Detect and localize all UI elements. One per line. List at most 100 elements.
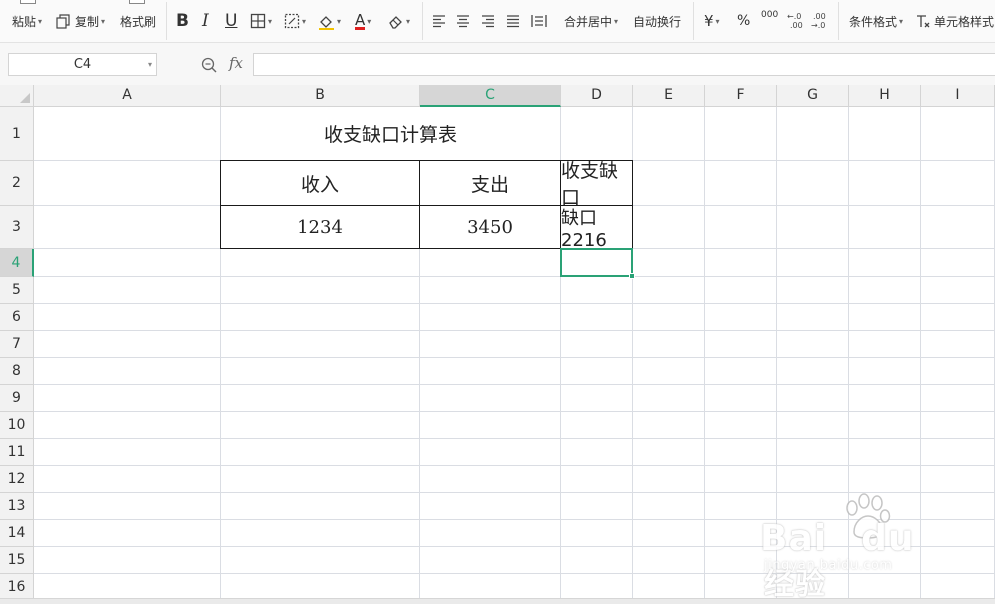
row-header-4[interactable]: 4 [0, 249, 34, 277]
paste-button[interactable]: 粘贴 ▾ [12, 0, 42, 42]
clear-format-button[interactable]: ▾ [388, 0, 410, 42]
distributed-align-button[interactable] [531, 0, 547, 42]
cell-pattern-button[interactable]: ▾ [284, 0, 306, 42]
svg-text:←.0: ←.0 [787, 12, 801, 21]
increase-decimal-icon: ←.0.00 [787, 12, 803, 30]
table-border-vertical [220, 160, 221, 249]
row-header-1[interactable]: 1 [0, 107, 34, 161]
toolbar-divider [693, 2, 694, 40]
bold-label: B [176, 11, 189, 31]
italic-label: I [202, 11, 209, 31]
copy-icon [56, 13, 70, 29]
copy-button[interactable]: 复制 ▾ [56, 0, 105, 42]
row-header-3[interactable]: 3 [0, 206, 34, 249]
align-right-button[interactable] [481, 0, 495, 42]
row-header-12[interactable]: 12 [0, 466, 34, 493]
currency-button[interactable]: ¥ ▾ [704, 0, 720, 42]
align-right-icon [482, 15, 494, 28]
wrap-text-button[interactable]: 自动换行 [633, 0, 681, 42]
percent-button[interactable]: % [737, 0, 750, 42]
toolbar-divider [422, 2, 423, 40]
column-header-e[interactable]: E [633, 85, 705, 107]
chevron-down-icon: ▾ [899, 16, 904, 26]
cell-a3[interactable]: 1234 [221, 206, 419, 248]
chevron-down-icon: ▾ [101, 16, 106, 26]
row-header-14[interactable]: 14 [0, 520, 34, 547]
row-header-13[interactable]: 13 [0, 493, 34, 520]
row-header-7[interactable]: 7 [0, 331, 34, 358]
italic-button[interactable]: I [202, 0, 209, 42]
row-header-15[interactable]: 15 [0, 547, 34, 574]
formula-input[interactable] [253, 53, 995, 76]
grid-row-line [34, 465, 995, 466]
column-header-d[interactable]: D [561, 85, 633, 107]
decrease-decimal-button[interactable]: .00 →.0 [811, 0, 829, 42]
cell-pattern-icon [284, 13, 300, 29]
cell-b2[interactable]: 支出 [420, 161, 560, 205]
column-header-b[interactable]: B [221, 85, 420, 107]
chevron-down-icon[interactable]: ▾ [148, 54, 152, 75]
name-box[interactable]: C4 ▾ [8, 53, 157, 76]
table-border-vertical [632, 160, 633, 249]
svg-text:→.0: →.0 [811, 21, 825, 30]
row-header-10[interactable]: 10 [0, 412, 34, 439]
column-header-f[interactable]: F [705, 85, 777, 107]
grid-row-line [34, 384, 995, 385]
cell-c3[interactable]: 缺口2216 [561, 206, 632, 251]
select-all-corner[interactable] [0, 85, 34, 107]
grid-row-line [34, 276, 995, 277]
zoom-icon[interactable] [201, 57, 217, 73]
merge-center-button[interactable]: 合并居中 ▾ [564, 0, 618, 42]
table-title-cell[interactable]: 收支缺口计算表 [221, 107, 560, 160]
cell-style-button[interactable]: 单元格样式 [916, 0, 994, 42]
table-border-vertical [419, 160, 420, 249]
column-header-i[interactable]: I [921, 85, 995, 107]
column-header-c[interactable]: C [420, 85, 561, 107]
format-painter-button[interactable]: 格式刷 [120, 0, 156, 42]
row-header-2[interactable]: 2 [0, 161, 34, 206]
column-header-g[interactable]: G [777, 85, 849, 107]
conditional-format-label: 条件格式 [849, 14, 898, 29]
column-header-a[interactable]: A [34, 85, 221, 107]
grid-column-line [704, 107, 705, 604]
grid-row-line [34, 438, 995, 439]
paste-label: 粘贴 [12, 14, 37, 29]
font-color-button[interactable]: A ▾ [355, 0, 371, 42]
align-left-button[interactable] [432, 0, 446, 42]
fill-handle[interactable] [629, 273, 635, 279]
cell-a2[interactable]: 收入 [221, 161, 419, 205]
underline-label: U [225, 11, 238, 31]
currency-label: ¥ [704, 12, 714, 30]
chevron-down-icon: ▾ [367, 16, 372, 26]
underline-button[interactable]: U [225, 0, 237, 42]
grid-row-line [34, 546, 995, 547]
row-header-11[interactable]: 11 [0, 439, 34, 466]
name-box-value: C4 [73, 57, 92, 72]
wrap-text-label: 自动换行 [633, 14, 682, 29]
ribbon-toolbar: 粘贴 ▾ 复制 ▾ 格式刷 B I U ▾ ▾ ▾ A ▾ ▾ 合并居中 ▾ 自… [0, 0, 995, 43]
row-header-6[interactable]: 6 [0, 304, 34, 331]
eraser-icon [389, 16, 402, 29]
row-header-8[interactable]: 8 [0, 358, 34, 385]
grid-column-line [848, 107, 849, 604]
selected-cell-c4[interactable] [560, 248, 635, 279]
borders-button[interactable]: ▾ [250, 0, 272, 42]
select-all-triangle-icon [20, 93, 30, 103]
conditional-format-button[interactable]: 条件格式 ▾ [849, 0, 903, 42]
cell-c2[interactable]: 收支缺口 [561, 160, 632, 209]
cell-b3[interactable]: 3450 [420, 206, 560, 248]
align-center-button[interactable] [456, 0, 470, 42]
row-header-5[interactable]: 5 [0, 277, 34, 304]
bold-button[interactable]: B [176, 0, 189, 42]
justify-icon [507, 15, 519, 28]
row-header-16[interactable]: 16 [0, 574, 34, 601]
grid-row-line [34, 330, 995, 331]
justify-button[interactable] [506, 0, 520, 42]
thousands-button[interactable]: 000 [761, 0, 778, 42]
fill-color-button[interactable]: ▾ [318, 0, 341, 42]
spreadsheet-grid[interactable]: A B C D E F G H I 1 2 3 4 5 6 7 8 9 10 11 12 13 14 15 16 收支缺口计算表收… [0, 85, 995, 604]
fx-icon[interactable]: fx [229, 54, 243, 72]
increase-decimal-button[interactable]: ←.0.00 [787, 0, 805, 42]
column-header-h[interactable]: H [849, 85, 921, 107]
row-header-9[interactable]: 9 [0, 385, 34, 412]
